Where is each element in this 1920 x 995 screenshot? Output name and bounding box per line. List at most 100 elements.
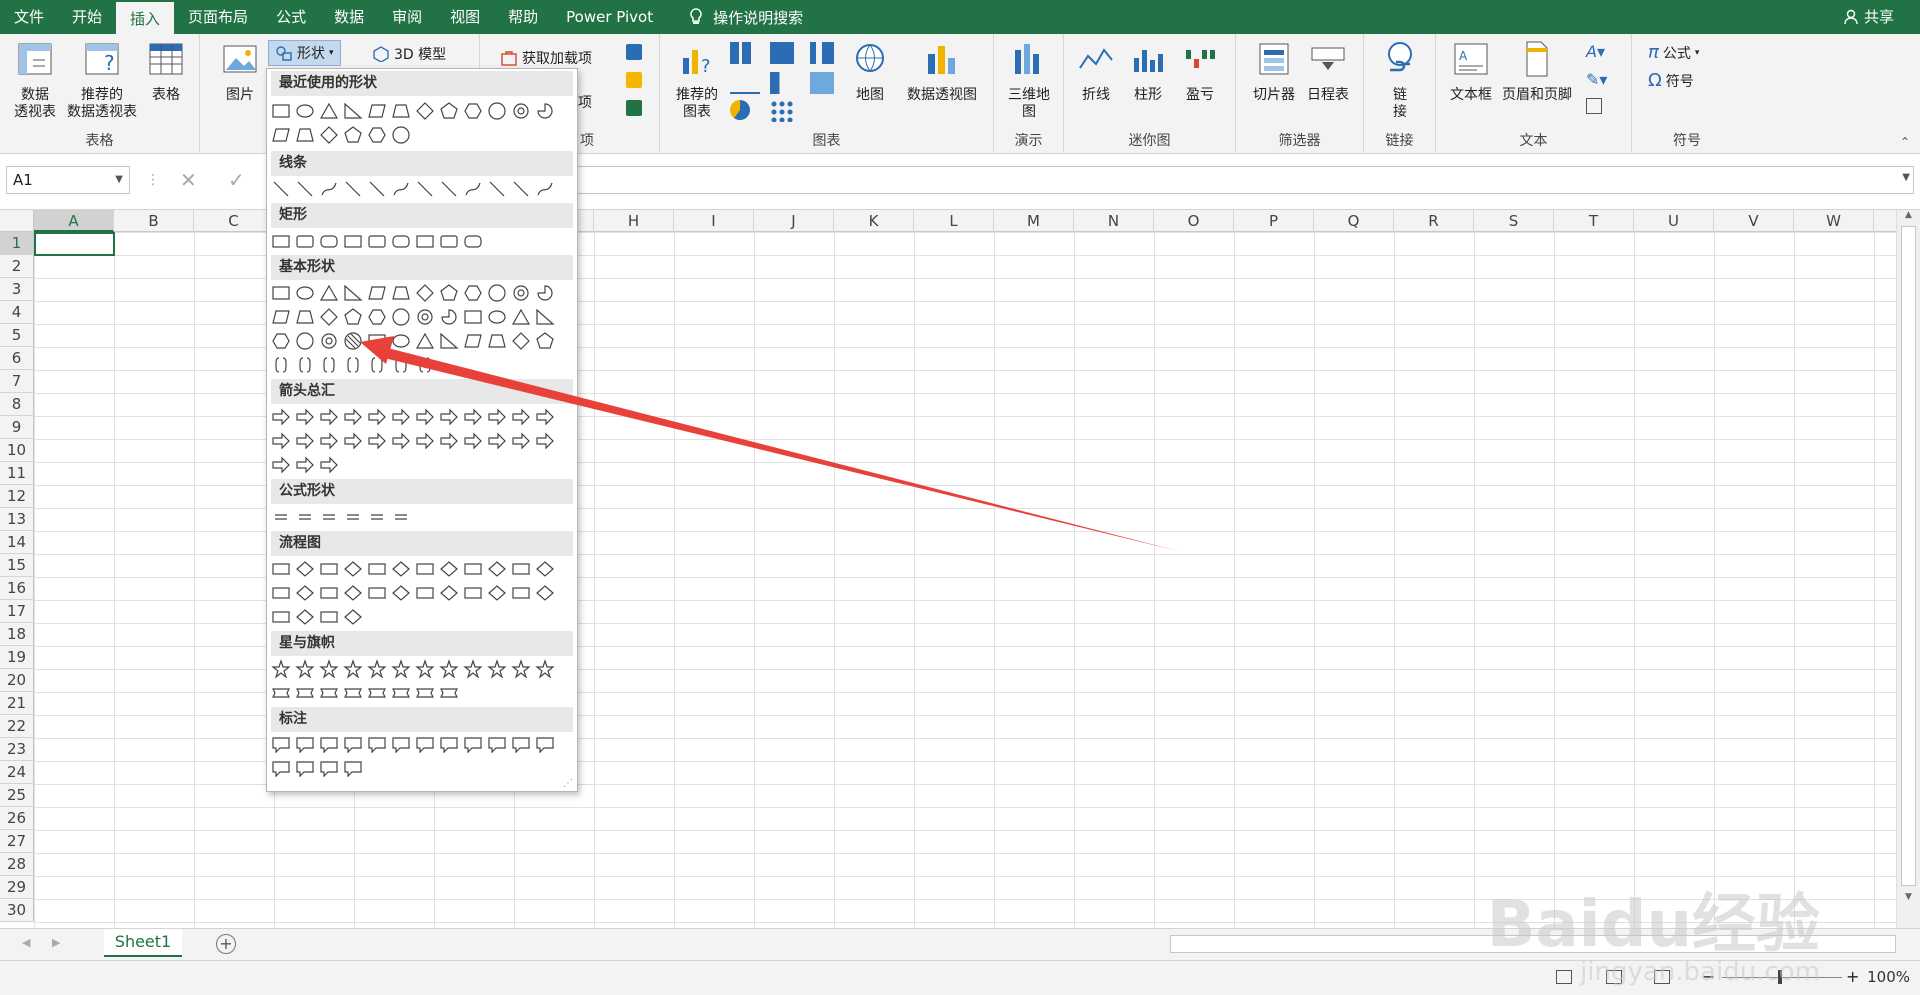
- banner-shape-icon[interactable]: [343, 683, 363, 703]
- recent-shape-icon[interactable]: [343, 101, 363, 121]
- row-header-5[interactable]: 5: [0, 324, 34, 347]
- callout-shape-icon[interactable]: [343, 759, 363, 779]
- basic2-shape-icon[interactable]: [535, 307, 555, 327]
- row-header-28[interactable]: 28: [0, 853, 34, 876]
- banner-shape-icon[interactable]: [271, 683, 291, 703]
- banner-shape-icon[interactable]: [439, 683, 459, 703]
- basic-shape-icon[interactable]: [295, 283, 315, 303]
- cancel-icon[interactable]: ✕: [180, 168, 197, 192]
- row-header-25[interactable]: 25: [0, 784, 34, 807]
- star-shape-icon[interactable]: [439, 659, 459, 679]
- brace-shape-icon[interactable]: [391, 355, 411, 375]
- bing-icon[interactable]: [626, 72, 642, 88]
- recent2-shape-icon[interactable]: [367, 125, 387, 145]
- row-header-30[interactable]: 30: [0, 899, 34, 922]
- arrow-shape-icon[interactable]: [391, 407, 411, 427]
- prev-sheet-icon[interactable]: ◀: [22, 936, 30, 949]
- line-shape-icon[interactable]: [535, 179, 555, 199]
- callout-shape-icon[interactable]: [295, 759, 315, 779]
- row-header-23[interactable]: 23: [0, 738, 34, 761]
- get-addins-button[interactable]: 获取加载项: [500, 48, 592, 68]
- recent-shape-icon[interactable]: [319, 101, 339, 121]
- brace-shape-icon[interactable]: [367, 355, 387, 375]
- flow2-shape-icon[interactable]: [367, 583, 387, 603]
- flow-shape-icon[interactable]: [487, 559, 507, 579]
- flow2-shape-icon[interactable]: [319, 583, 339, 603]
- waterfall-chart-icon[interactable]: [810, 42, 834, 64]
- eq-shape-icon[interactable]: [271, 507, 291, 527]
- enter-icon[interactable]: ✓: [228, 168, 245, 192]
- star-shape-icon[interactable]: [271, 659, 291, 679]
- basic-shape-icon[interactable]: [415, 283, 435, 303]
- wordart-icon[interactable]: A▾: [1586, 42, 1605, 61]
- rect-shape-icon[interactable]: [367, 231, 387, 251]
- add-sheet-icon[interactable]: +: [216, 934, 236, 954]
- row-header-14[interactable]: 14: [0, 531, 34, 554]
- basic2-shape-icon[interactable]: [319, 307, 339, 327]
- slicer-button[interactable]: 切片器: [1250, 40, 1298, 104]
- column-header-a[interactable]: A: [34, 210, 114, 232]
- row-header-13[interactable]: 13: [0, 508, 34, 531]
- tab-power-pivot[interactable]: Power Pivot: [552, 0, 667, 34]
- row-header-9[interactable]: 9: [0, 416, 34, 439]
- collapse-ribbon-icon[interactable]: ⌃: [1900, 135, 1910, 149]
- column-header-p[interactable]: P: [1234, 210, 1314, 232]
- rect-shape-icon[interactable]: [343, 231, 363, 251]
- recent2-shape-icon[interactable]: [391, 125, 411, 145]
- basic2-shape-icon[interactable]: [295, 307, 315, 327]
- flow2-shape-icon[interactable]: [415, 583, 435, 603]
- basic2-shape-icon[interactable]: [463, 307, 483, 327]
- rect-shape-icon[interactable]: [439, 231, 459, 251]
- pie-chart-icon[interactable]: [730, 100, 750, 120]
- row-header-17[interactable]: 17: [0, 600, 34, 623]
- rect-shape-icon[interactable]: [319, 231, 339, 251]
- arrow2-shape-icon[interactable]: [319, 431, 339, 451]
- equation-button[interactable]: π 公式 ▾: [1648, 42, 1699, 63]
- flow-shape-icon[interactable]: [511, 559, 531, 579]
- brace-shape-icon[interactable]: [415, 355, 435, 375]
- tell-me-search[interactable]: 操作说明搜索: [687, 7, 803, 28]
- column-header-w[interactable]: W: [1794, 210, 1874, 232]
- flow-shape-icon[interactable]: [271, 607, 291, 627]
- star-shape-icon[interactable]: [511, 659, 531, 679]
- line-shape-icon[interactable]: [511, 179, 531, 199]
- line-shape-icon[interactable]: [415, 179, 435, 199]
- column-header-v[interactable]: V: [1714, 210, 1794, 232]
- line-shape-icon[interactable]: [271, 179, 291, 199]
- zoom-in-icon[interactable]: +: [1846, 967, 1859, 986]
- row-header-19[interactable]: 19: [0, 646, 34, 669]
- flow2-shape-icon[interactable]: [439, 583, 459, 603]
- column-header-k[interactable]: K: [834, 210, 914, 232]
- recommended-charts-button[interactable]: ? 推荐的 图表: [672, 40, 722, 121]
- row-header-4[interactable]: 4: [0, 301, 34, 324]
- flow-shape-icon[interactable]: [295, 559, 315, 579]
- column-chart-icon[interactable]: [730, 42, 760, 64]
- arrow2-shape-icon[interactable]: [487, 431, 507, 451]
- callout-shape-icon[interactable]: [511, 735, 531, 755]
- tab-help[interactable]: 帮助: [494, 0, 552, 34]
- arrow2-shape-icon[interactable]: [415, 431, 435, 451]
- flow-shape-icon[interactable]: [319, 559, 339, 579]
- column-header-s[interactable]: S: [1474, 210, 1554, 232]
- column-header-m[interactable]: M: [994, 210, 1074, 232]
- link-button[interactable]: 链 接: [1378, 40, 1422, 121]
- column-header-j[interactable]: J: [754, 210, 834, 232]
- resize-grip-icon[interactable]: ⋰: [563, 778, 573, 789]
- callout-shape-icon[interactable]: [295, 735, 315, 755]
- basic3-shape-icon[interactable]: [391, 331, 411, 351]
- basic2-shape-icon[interactable]: [415, 307, 435, 327]
- row-header-11[interactable]: 11: [0, 462, 34, 485]
- recent-shape-icon[interactable]: [271, 101, 291, 121]
- banner-shape-icon[interactable]: [367, 683, 387, 703]
- row-header-27[interactable]: 27: [0, 830, 34, 853]
- brace-shape-icon[interactable]: [343, 355, 363, 375]
- active-cell[interactable]: [34, 232, 115, 256]
- visio-icon[interactable]: [626, 44, 642, 60]
- callout-shape-icon[interactable]: [439, 735, 459, 755]
- people-graph-icon[interactable]: [626, 100, 642, 116]
- recommended-pivot-button[interactable]: ? 推荐的 数据透视表: [64, 40, 140, 121]
- basic-shape-icon[interactable]: [463, 283, 483, 303]
- rect-shape-icon[interactable]: [463, 231, 483, 251]
- shapes-button[interactable]: 形状 ▾: [268, 40, 341, 66]
- arrow2-shape-icon[interactable]: [391, 431, 411, 451]
